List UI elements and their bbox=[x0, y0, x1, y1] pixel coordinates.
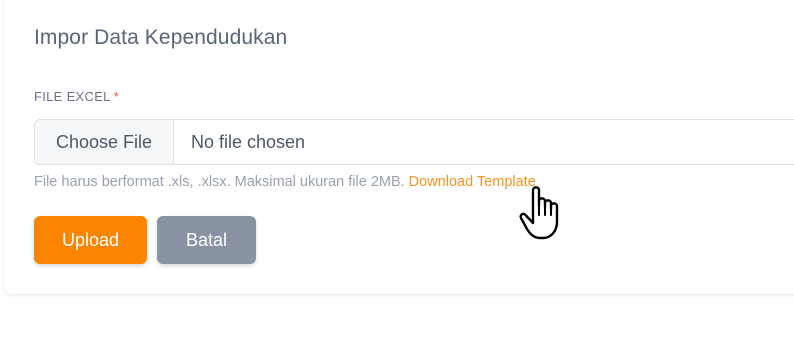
choose-file-button[interactable]: Choose File bbox=[35, 120, 174, 164]
help-text: File harus berformat .xls, .xlsx. Maksim… bbox=[34, 174, 536, 190]
file-input[interactable]: Choose File No file chosen bbox=[34, 119, 794, 165]
file-status-text: No file chosen bbox=[191, 131, 306, 152]
file-excel-label-text: FILE EXCEL bbox=[34, 89, 111, 104]
required-mark: * bbox=[113, 89, 120, 104]
page-title: Impor Data Kependudukan bbox=[34, 26, 288, 49]
file-excel-label: FILE EXCEL * bbox=[34, 89, 119, 104]
cancel-button[interactable]: Batal bbox=[157, 216, 256, 264]
upload-button[interactable]: Upload bbox=[34, 216, 147, 264]
help-text-message: File harus berformat .xls, .xlsx. Maksim… bbox=[34, 174, 405, 190]
download-template-link[interactable]: Download Template bbox=[409, 174, 536, 190]
